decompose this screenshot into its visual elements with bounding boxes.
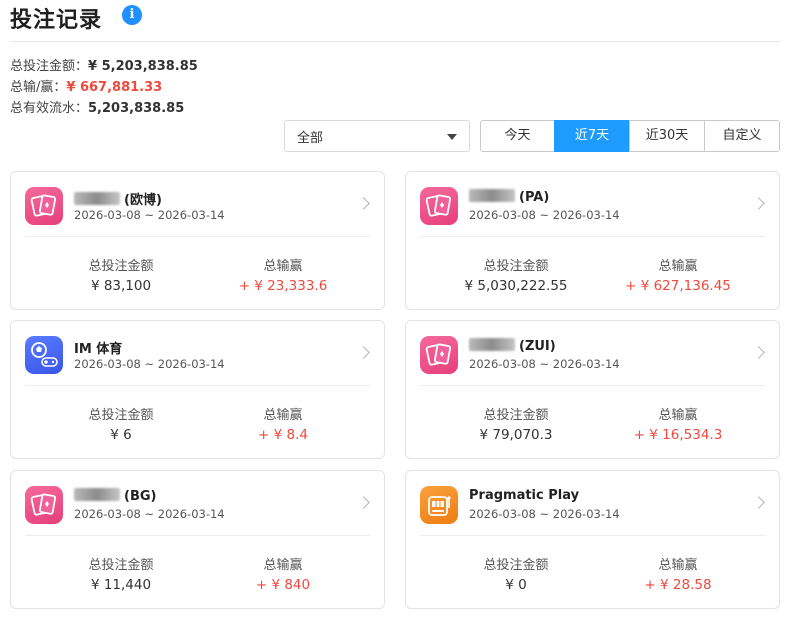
total-bet-label: 总投注金额： — [10, 59, 89, 74]
date-range: 2026-03-08 ~ 2026-03-14 — [74, 507, 225, 521]
winloss-value: + ¥ 16,534.3 — [633, 427, 723, 443]
bet-label: 总投注金额 — [483, 259, 549, 274]
chevron-right-icon[interactable] — [752, 496, 765, 509]
game-card[interactable]: Pragmatic Play 2026-03-08 ~ 2026-03-14 总… — [405, 470, 780, 609]
winloss-label: 总输赢 — [263, 558, 303, 573]
bet-stat: 总投注金额 ¥ 5,030,222.55 — [436, 258, 596, 296]
game-card[interactable]: (PA) 2026-03-08 ~ 2026-03-14 总投注金额 ¥ 5,0… — [405, 171, 780, 310]
chevron-right-icon[interactable] — [752, 346, 765, 359]
chevron-right-icon[interactable] — [357, 496, 370, 509]
date-range: 2026-03-08 ~ 2026-03-14 — [74, 357, 225, 371]
bet-label: 总投注金额 — [88, 259, 154, 274]
total-turnover-label: 总有效流水： — [10, 101, 89, 116]
chevron-right-icon[interactable] — [357, 346, 370, 359]
playing-cards-icon — [420, 187, 458, 225]
date-range: 2026-03-08 ~ 2026-03-14 — [74, 208, 225, 222]
page-header: 投注记录 i — [10, 0, 780, 42]
date-range-tabs: 今天 近7天 近30天 自定义 — [480, 120, 780, 152]
winloss-stat: 总输赢 + ¥ 840 — [203, 557, 363, 595]
total-winloss-label: 总输/赢： — [10, 80, 67, 95]
winloss-label: 总输赢 — [658, 558, 698, 573]
playing-cards-icon — [25, 486, 63, 524]
winloss-stat: 总输赢 + ¥ 627,136.45 — [598, 258, 758, 296]
bet-value: ¥ 79,070.3 — [479, 427, 553, 443]
blurred-name-prefix — [469, 338, 515, 351]
page-title: 投注记录 — [10, 8, 103, 33]
date-range: 2026-03-08 ~ 2026-03-14 — [469, 208, 620, 222]
bet-label: 总投注金额 — [483, 408, 549, 423]
game-card[interactable]: IM 体育 2026-03-08 ~ 2026-03-14 总投注金额 ¥ 6 … — [10, 320, 385, 459]
bet-value: ¥ 6 — [110, 427, 132, 443]
tab-last-30-days[interactable]: 近30天 — [629, 120, 705, 152]
game-name: Pragmatic Play — [469, 488, 580, 503]
chevron-right-icon[interactable] — [752, 197, 765, 210]
winloss-stat: 总输赢 + ¥ 28.58 — [598, 557, 758, 595]
bet-label: 总投注金额 — [483, 558, 549, 573]
caret-down-icon — [447, 134, 457, 140]
bet-stat: 总投注金额 ¥ 11,440 — [41, 557, 201, 595]
total-turnover-row: 总有效流水：5,203,838.85 — [10, 98, 198, 119]
total-bet-value: ¥ 5,203,838.85 — [88, 59, 198, 74]
divider — [420, 535, 765, 536]
playing-cards-icon — [420, 336, 458, 374]
game-name: (BG) — [74, 488, 156, 504]
winloss-value: + ¥ 23,333.6 — [238, 278, 328, 294]
summary-block: 总投注金额：¥ 5,203,838.85 总输/赢：¥ 667,881.33 总… — [10, 56, 198, 119]
total-winloss-value: ¥ 667,881.33 — [66, 80, 163, 95]
bet-value: ¥ 0 — [505, 577, 527, 593]
winloss-stat: 总输赢 + ¥ 16,534.3 — [598, 407, 758, 445]
slot-machine-icon — [420, 486, 458, 524]
platform-select[interactable]: 全部 — [284, 120, 470, 152]
winloss-stat: 总输赢 + ¥ 23,333.6 — [203, 258, 363, 296]
winloss-label: 总输赢 — [263, 259, 303, 274]
winloss-value: + ¥ 28.58 — [644, 577, 712, 593]
chevron-right-icon[interactable] — [357, 197, 370, 210]
date-range: 2026-03-08 ~ 2026-03-14 — [469, 507, 620, 521]
blurred-name-prefix — [74, 488, 120, 501]
total-turnover-value: 5,203,838.85 — [88, 101, 185, 116]
tab-custom[interactable]: 自定义 — [704, 120, 780, 152]
game-name: (PA) — [469, 189, 549, 205]
blurred-name-prefix — [74, 192, 120, 205]
date-range: 2026-03-08 ~ 2026-03-14 — [469, 357, 620, 371]
bet-value: ¥ 83,100 — [90, 278, 152, 294]
total-winloss-row: 总输/赢：¥ 667,881.33 — [10, 77, 198, 98]
playing-cards-icon — [25, 187, 63, 225]
bet-stat: 总投注金额 ¥ 83,100 — [41, 258, 201, 296]
winloss-value: + ¥ 8.4 — [258, 427, 308, 443]
game-card[interactable]: (BG) 2026-03-08 ~ 2026-03-14 总投注金额 ¥ 11,… — [10, 470, 385, 609]
bet-stat: 总投注金额 ¥ 0 — [436, 557, 596, 595]
game-name: (欧博) — [74, 189, 162, 208]
bet-label: 总投注金额 — [88, 558, 154, 573]
winloss-stat: 总输赢 + ¥ 8.4 — [203, 407, 363, 445]
bet-value: ¥ 11,440 — [90, 577, 152, 593]
tab-last-7-days[interactable]: 近7天 — [554, 120, 630, 152]
divider — [25, 236, 370, 237]
game-card[interactable]: (ZUI) 2026-03-08 ~ 2026-03-14 总投注金额 ¥ 79… — [405, 320, 780, 459]
bet-label: 总投注金额 — [88, 408, 154, 423]
game-name: (ZUI) — [469, 338, 556, 354]
game-card[interactable]: (欧博) 2026-03-08 ~ 2026-03-14 总投注金额 ¥ 83,… — [10, 171, 385, 310]
bet-stat: 总投注金额 ¥ 79,070.3 — [436, 407, 596, 445]
info-icon[interactable]: i — [122, 5, 142, 25]
winloss-label: 总输赢 — [263, 408, 303, 423]
bet-stat: 总投注金额 ¥ 6 — [41, 407, 201, 445]
total-bet-row: 总投注金额：¥ 5,203,838.85 — [10, 56, 198, 77]
winloss-label: 总输赢 — [658, 259, 698, 274]
divider — [25, 385, 370, 386]
divider — [420, 385, 765, 386]
divider — [420, 236, 765, 237]
sports-ball-icon — [25, 336, 63, 374]
game-name: IM 体育 — [74, 342, 123, 357]
winloss-value: + ¥ 627,136.45 — [625, 278, 731, 294]
winloss-label: 总输赢 — [658, 408, 698, 423]
tab-today[interactable]: 今天 — [480, 120, 555, 152]
blurred-name-prefix — [469, 189, 515, 202]
bet-value: ¥ 5,030,222.55 — [464, 278, 568, 294]
divider — [25, 535, 370, 536]
winloss-value: + ¥ 840 — [255, 577, 311, 593]
platform-select-value: 全部 — [297, 131, 324, 146]
